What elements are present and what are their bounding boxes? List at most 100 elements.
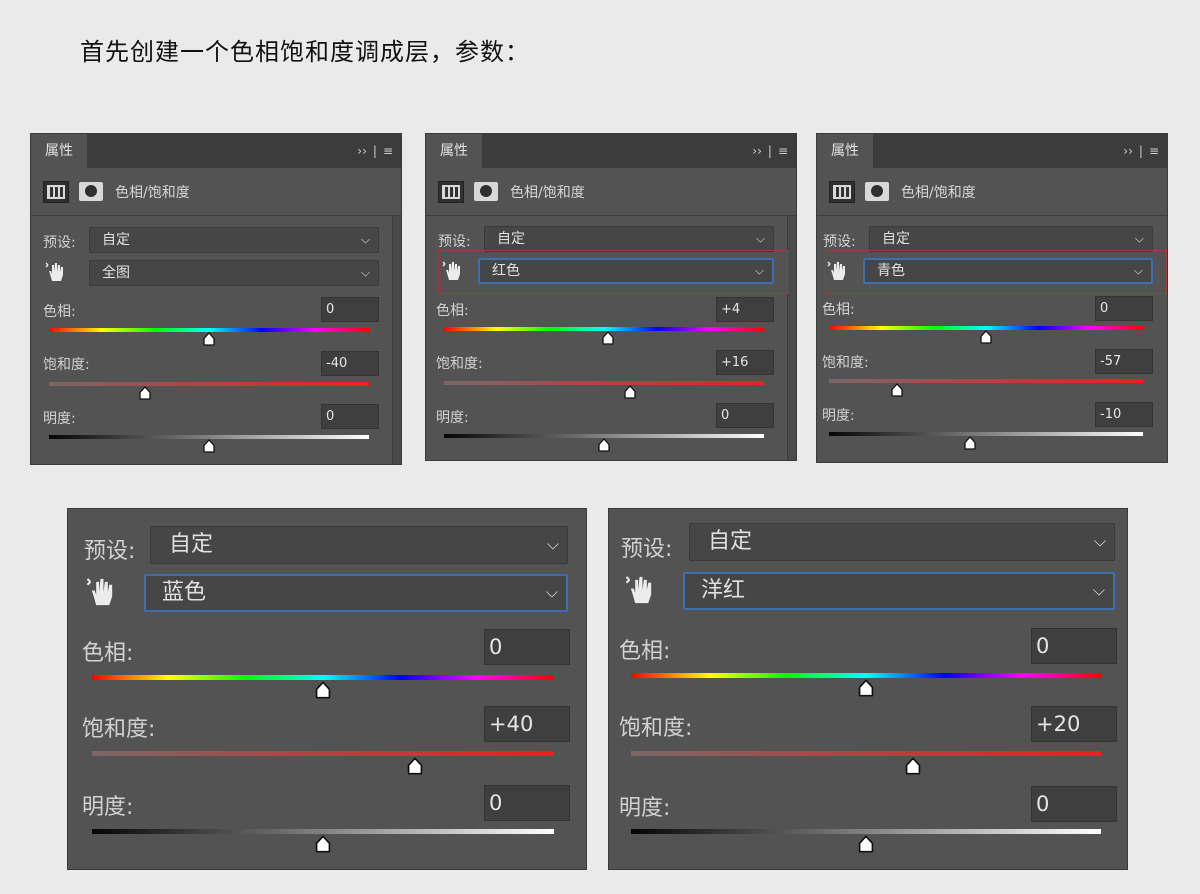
- preset-label: 预设:: [621, 537, 673, 562]
- hue-label: 色相:: [82, 641, 134, 666]
- properties-panel-blues: 预设: 自定 ⌵ 蓝色 ⌵ 色相: 0 饱和度: +40 明度: 0: [67, 508, 587, 870]
- lightness-label: 明度:: [436, 410, 469, 426]
- saturation-slider-track[interactable]: [631, 751, 1101, 756]
- collapse-panel-icon[interactable]: ››: [357, 144, 367, 158]
- panel-menu-icon[interactable]: ≡: [383, 144, 393, 158]
- targeted-adjustment-hand-icon[interactable]: [45, 261, 67, 287]
- properties-panel-master: 属性 ›› | ≡ 色相/饱和度 预设: 自定 ⌵ 全图 ⌵ 色相: 0 饱和度: …: [30, 133, 402, 465]
- mask-icon[interactable]: [474, 182, 498, 201]
- panel-header: 属性 ›› | ≡: [31, 134, 401, 168]
- preset-value: 自定: [102, 232, 130, 248]
- hue-value-field[interactable]: 0: [484, 629, 570, 665]
- chevron-down-icon: ⌵: [755, 231, 765, 246]
- mask-icon[interactable]: [865, 182, 889, 201]
- tab-properties[interactable]: 属性: [817, 134, 873, 168]
- properties-panel-reds: 属性 ›› | ≡ 色相/饱和度 预设: 自定 ⌵ 红色 ⌵ 色相: +4 饱和度:…: [425, 133, 797, 461]
- lightness-value-field[interactable]: 0: [321, 404, 379, 429]
- channel-dropdown[interactable]: 蓝色 ⌵: [144, 574, 568, 612]
- hue-value-field[interactable]: 0: [1095, 296, 1153, 321]
- channel-dropdown[interactable]: 全图 ⌵: [89, 260, 379, 286]
- adjustment-title: 色相/饱和度: [510, 185, 585, 201]
- panel-header: 属性 ›› | ≡: [817, 134, 1167, 168]
- hue-slider-track[interactable]: [631, 673, 1101, 678]
- adjustment-type-row: 色相/饱和度: [817, 168, 1167, 216]
- lightness-slider-thumb[interactable]: [597, 438, 611, 452]
- chevron-down-icon: ⌵: [754, 263, 764, 278]
- lightness-slider-track[interactable]: [631, 829, 1101, 834]
- hue-slider-thumb[interactable]: [601, 331, 615, 345]
- hue-slider-thumb[interactable]: [202, 332, 216, 346]
- hue-slider-thumb[interactable]: [979, 330, 993, 344]
- lightness-slider-thumb[interactable]: [963, 436, 977, 450]
- lightness-slider-thumb[interactable]: [202, 439, 216, 453]
- hue-value-field[interactable]: 0: [321, 297, 379, 322]
- scrollbar[interactable]: [392, 216, 401, 464]
- preset-label: 预设:: [43, 235, 76, 251]
- saturation-value-field[interactable]: +20: [1031, 706, 1117, 742]
- lightness-slider-thumb[interactable]: [314, 835, 332, 853]
- hue-slider-thumb[interactable]: [314, 681, 332, 699]
- adjustment-layer-icon[interactable]: [438, 181, 464, 203]
- saturation-slider-thumb[interactable]: [138, 386, 152, 400]
- tab-properties[interactable]: 属性: [31, 134, 87, 168]
- collapse-panel-icon[interactable]: ››: [1123, 144, 1133, 158]
- scrollbar[interactable]: [787, 216, 796, 460]
- lightness-slider-track[interactable]: [92, 829, 554, 834]
- panel-header: 属性 ›› | ≡: [426, 134, 796, 168]
- separator: |: [1138, 144, 1143, 158]
- lightness-slider-track[interactable]: [829, 432, 1143, 436]
- channel-dropdown[interactable]: 青色 ⌵: [863, 258, 1153, 284]
- channel-value: 青色: [877, 263, 905, 279]
- tab-properties[interactable]: 属性: [426, 134, 482, 168]
- targeted-adjustment-hand-icon[interactable]: [625, 573, 657, 611]
- saturation-slider-track[interactable]: [49, 382, 369, 386]
- chevron-down-icon: ⌵: [545, 582, 558, 602]
- hue-slider-track[interactable]: [92, 675, 554, 680]
- lightness-label: 明度:: [822, 408, 855, 424]
- saturation-value-field[interactable]: -57: [1095, 349, 1153, 374]
- targeted-adjustment-hand-icon[interactable]: [827, 260, 849, 286]
- channel-dropdown[interactable]: 洋红 ⌵: [683, 572, 1115, 610]
- saturation-slider-thumb[interactable]: [904, 757, 922, 775]
- hue-value-field[interactable]: +4: [716, 297, 774, 322]
- hue-value-field[interactable]: 0: [1031, 628, 1117, 664]
- preset-dropdown[interactable]: 自定 ⌵: [869, 226, 1153, 252]
- preset-dropdown[interactable]: 自定 ⌵: [150, 526, 568, 564]
- panel-menu-icon[interactable]: ≡: [1149, 144, 1159, 158]
- hue-label: 色相:: [822, 302, 855, 318]
- saturation-slider-thumb[interactable]: [623, 385, 637, 399]
- targeted-adjustment-hand-icon[interactable]: [442, 260, 464, 286]
- chevron-down-icon: ⌵: [1134, 231, 1144, 246]
- saturation-slider-track[interactable]: [829, 379, 1143, 383]
- lightness-slider-thumb[interactable]: [857, 835, 875, 853]
- preset-value: 自定: [708, 529, 753, 554]
- saturation-slider-track[interactable]: [92, 751, 554, 756]
- lightness-value-field[interactable]: -10: [1095, 402, 1153, 427]
- lightness-value-field[interactable]: 0: [484, 785, 570, 821]
- adjustment-layer-icon[interactable]: [829, 181, 855, 203]
- channel-dropdown[interactable]: 红色 ⌵: [478, 258, 774, 284]
- targeted-adjustment-hand-icon[interactable]: [86, 575, 118, 613]
- properties-panel-magentas: 预设: 自定 ⌵ 洋红 ⌵ 色相: 0 饱和度: +20 明度: 0: [608, 508, 1128, 870]
- saturation-value-field[interactable]: -40: [321, 351, 379, 376]
- saturation-slider-thumb[interactable]: [890, 383, 904, 397]
- panel-menu-icon[interactable]: ≡: [778, 144, 788, 158]
- adjustment-layer-icon[interactable]: [43, 181, 69, 203]
- saturation-slider-thumb[interactable]: [406, 757, 424, 775]
- lightness-value-field[interactable]: 0: [716, 403, 774, 428]
- hue-slider-thumb[interactable]: [857, 679, 875, 697]
- mask-icon[interactable]: [79, 182, 103, 201]
- saturation-value-field[interactable]: +40: [484, 706, 570, 742]
- preset-dropdown[interactable]: 自定 ⌵: [484, 226, 774, 252]
- preset-dropdown[interactable]: 自定 ⌵: [689, 523, 1115, 561]
- adjustment-type-row: 色相/饱和度: [31, 168, 401, 216]
- chevron-down-icon: ⌵: [360, 232, 370, 247]
- saturation-value-field[interactable]: +16: [716, 350, 774, 375]
- collapse-panel-icon[interactable]: ››: [752, 144, 762, 158]
- saturation-slider-track[interactable]: [444, 381, 764, 385]
- preset-dropdown[interactable]: 自定 ⌵: [89, 227, 379, 253]
- channel-value: 洋红: [701, 578, 746, 603]
- lightness-label: 明度:: [82, 795, 134, 820]
- lightness-value-field[interactable]: 0: [1031, 786, 1117, 822]
- properties-panel-cyans: 属性 ›› | ≡ 色相/饱和度 预设: 自定 ⌵ 青色 ⌵ 色相: 0 饱和度: …: [816, 133, 1168, 463]
